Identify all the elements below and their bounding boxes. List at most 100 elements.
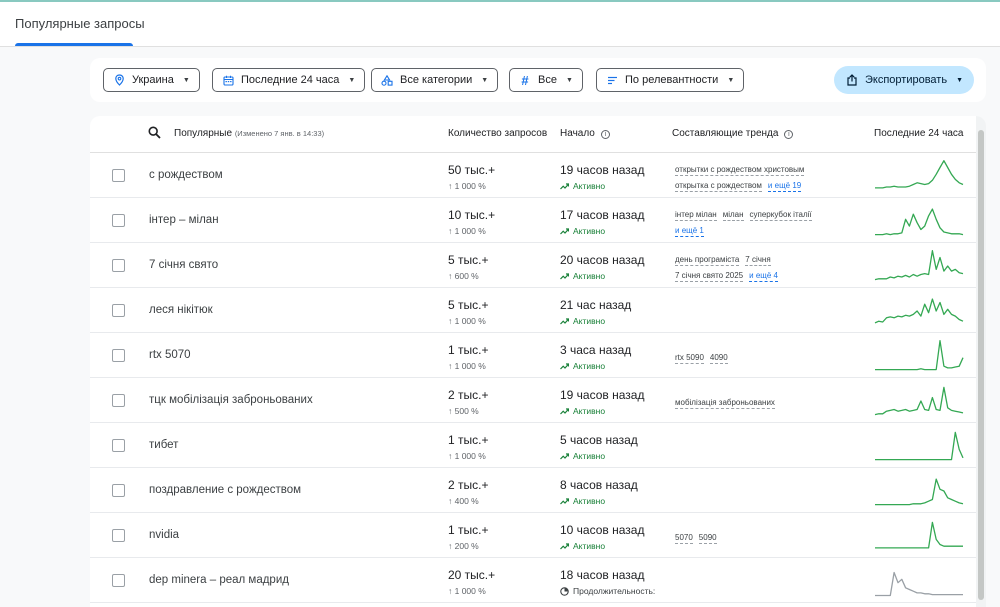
volume-change: ↑ 600 % <box>448 271 479 281</box>
sparkline-chart[interactable] <box>873 558 965 602</box>
category-filter[interactable]: Все категории ▼ <box>371 68 499 92</box>
breakdown-more-link[interactable]: и ещё 1 <box>675 226 704 237</box>
trend-term[interactable]: 7 січня свято <box>149 259 218 271</box>
export-button-label: Экспортировать <box>865 74 948 86</box>
updated-timestamp: (Изменено 7 янв. в 14:33) <box>234 129 325 138</box>
start-time: 8 часов назад <box>560 478 638 492</box>
trend-breakdown: день програміста 7 січня7 січня свято 202… <box>675 252 850 284</box>
row-checkbox[interactable] <box>112 214 125 227</box>
category-filter-label: Все категории <box>400 74 473 86</box>
trend-term[interactable]: леся нікітюк <box>149 304 213 316</box>
scrollbar[interactable] <box>976 116 986 607</box>
sparkline-chart[interactable] <box>873 288 965 332</box>
table-row[interactable]: 7 січня свято 5 тыс.+ ↑ 600 % 20 часов наза… <box>90 243 976 288</box>
volume-change: ↑ 1 000 % <box>448 586 486 596</box>
start-time: 10 часов назад <box>560 523 645 537</box>
trend-term[interactable]: nvidia <box>149 529 179 541</box>
sparkline-chart[interactable] <box>873 243 965 287</box>
tab-active-indicator <box>15 43 133 46</box>
table-row[interactable]: леся нікітюк 5 тыс.+ ↑ 1 000 % 21 час назад… <box>90 288 976 333</box>
sparkline-chart[interactable] <box>873 513 965 557</box>
sparkline-chart[interactable] <box>873 423 965 467</box>
trend-status: Активно <box>560 451 605 461</box>
status-filter[interactable]: # Все ▼ <box>509 68 583 92</box>
trend-term[interactable]: с рождеством <box>149 169 223 181</box>
search-volume: 1 тыс.+ <box>448 523 489 537</box>
export-button[interactable]: Экспортировать ▼ <box>834 66 974 94</box>
location-filter[interactable]: Украина ▼ <box>103 68 200 92</box>
tab-trending[interactable]: Популярные запросы <box>15 16 145 31</box>
table-row[interactable]: тцк мобілізація заброньованих 2 тыс.+ ↑ 50… <box>90 378 976 423</box>
info-icon[interactable]: i <box>784 130 794 139</box>
sparkline-series <box>875 160 964 189</box>
row-checkbox[interactable] <box>112 529 125 542</box>
breakdown-query-chip[interactable]: мілан <box>722 210 744 221</box>
breakdown-query-chip[interactable]: 4090 <box>709 353 728 364</box>
trending-up-icon <box>560 497 569 504</box>
trend-term[interactable]: інтер – мілан <box>149 214 219 226</box>
period-filter[interactable]: Последние 24 часа ▼ <box>212 68 366 92</box>
breakdown-query-chip[interactable]: открытки с рождеством христовым <box>675 165 805 176</box>
row-checkbox[interactable] <box>112 439 125 452</box>
trend-term[interactable]: тибет <box>149 439 178 451</box>
trend-term[interactable]: поздравление с рождеством <box>149 484 301 496</box>
breakdown-query-chip[interactable]: мобілізація заброньованих <box>675 398 775 409</box>
row-checkbox[interactable] <box>112 484 125 497</box>
trend-status-label: Активно <box>573 316 606 326</box>
table-row[interactable]: поздравление с рождеством 2 тыс.+ ↑ 400 % 8… <box>90 468 976 513</box>
breakdown-query-chip[interactable]: 7 січня свято 2025 <box>675 271 744 282</box>
breakdown-more-link[interactable]: и ещё 4 <box>749 271 778 282</box>
category-icon <box>381 74 393 86</box>
breakdown-query-chip[interactable]: 7 січня <box>745 255 771 266</box>
start-time: 5 часов назад <box>560 433 638 447</box>
search-icon[interactable] <box>148 126 161 142</box>
search-volume: 50 тыс.+ <box>448 163 496 177</box>
scrollbar-thumb[interactable] <box>978 130 984 600</box>
table-row[interactable]: тибет 1 тыс.+ ↑ 1 000 % 5 часов назад Активн… <box>90 423 976 468</box>
status-filter-label: Все <box>538 74 557 86</box>
table-row[interactable]: с рождеством 50 тыс.+ ↑ 1 000 % 19 часов на… <box>90 153 976 198</box>
row-checkbox[interactable] <box>112 259 125 272</box>
trend-term[interactable]: тцк мобілізація заброньованих <box>149 394 313 406</box>
trend-status: Активно <box>560 541 605 551</box>
breakdown-query-chip[interactable]: день програміста <box>675 255 740 266</box>
sparkline-chart[interactable] <box>873 198 965 242</box>
sparkline-chart[interactable] <box>873 378 965 422</box>
search-volume: 1 тыс.+ <box>448 343 489 357</box>
trend-term[interactable]: rtx 5070 <box>149 349 191 361</box>
sort-filter[interactable]: По релевантности ▼ <box>596 68 745 92</box>
sparkline-chart[interactable] <box>873 153 965 197</box>
start-header[interactable]: Начало i <box>560 128 610 139</box>
search-volume: 5 тыс.+ <box>448 298 489 312</box>
row-checkbox[interactable] <box>112 574 125 587</box>
sparkline-chart[interactable] <box>873 468 965 512</box>
row-checkbox[interactable] <box>112 349 125 362</box>
sparkline-series <box>875 571 963 597</box>
trending-header-label: Популярные <box>174 128 233 139</box>
table-row[interactable]: dep minera – реал мадрид 20 тыс.+ ↑ 1 000 … <box>90 558 976 603</box>
table-row[interactable]: rtx 5070 1 тыс.+ ↑ 1 000 % 3 часа назад Акти… <box>90 333 976 378</box>
trend-status: Активно <box>560 226 605 236</box>
chevron-down-icon: ▼ <box>727 76 735 84</box>
chevron-down-icon: ▼ <box>565 76 573 84</box>
sort-filter-label: По релевантности <box>625 74 719 86</box>
breakdown-query-chip[interactable]: открытка с рождеством <box>675 181 762 192</box>
breakdown-query-chip[interactable]: 5090 <box>698 533 717 544</box>
breakdown-query-chip[interactable]: rtx 5090 <box>675 353 704 364</box>
breakdown-query-chip[interactable]: суперкубок італії <box>749 210 812 221</box>
sparkline-series <box>875 431 964 461</box>
row-checkbox[interactable] <box>112 394 125 407</box>
table-row[interactable]: інтер – мілан 10 тыс.+ ↑ 1 000 % 17 часов н… <box>90 198 976 243</box>
trend-status: Активно <box>560 406 605 416</box>
volume-header[interactable]: Количество запросов <box>448 128 549 139</box>
breakdown-query-chip[interactable]: 5070 <box>675 533 693 544</box>
row-checkbox[interactable] <box>112 169 125 182</box>
table-row[interactable]: nvidia 1 тыс.+ ↑ 200 % 10 часов назад Активн… <box>90 513 976 558</box>
breakdown-more-link[interactable]: и ещё 19 <box>767 181 802 192</box>
sparkline-chart[interactable] <box>873 333 965 377</box>
start-time: 19 часов назад <box>560 163 645 177</box>
row-checkbox[interactable] <box>112 304 125 317</box>
trend-term[interactable]: dep minera – реал мадрид <box>149 574 289 586</box>
info-icon[interactable]: i <box>600 130 610 139</box>
breakdown-query-chip[interactable]: інтер мілан <box>675 210 717 221</box>
